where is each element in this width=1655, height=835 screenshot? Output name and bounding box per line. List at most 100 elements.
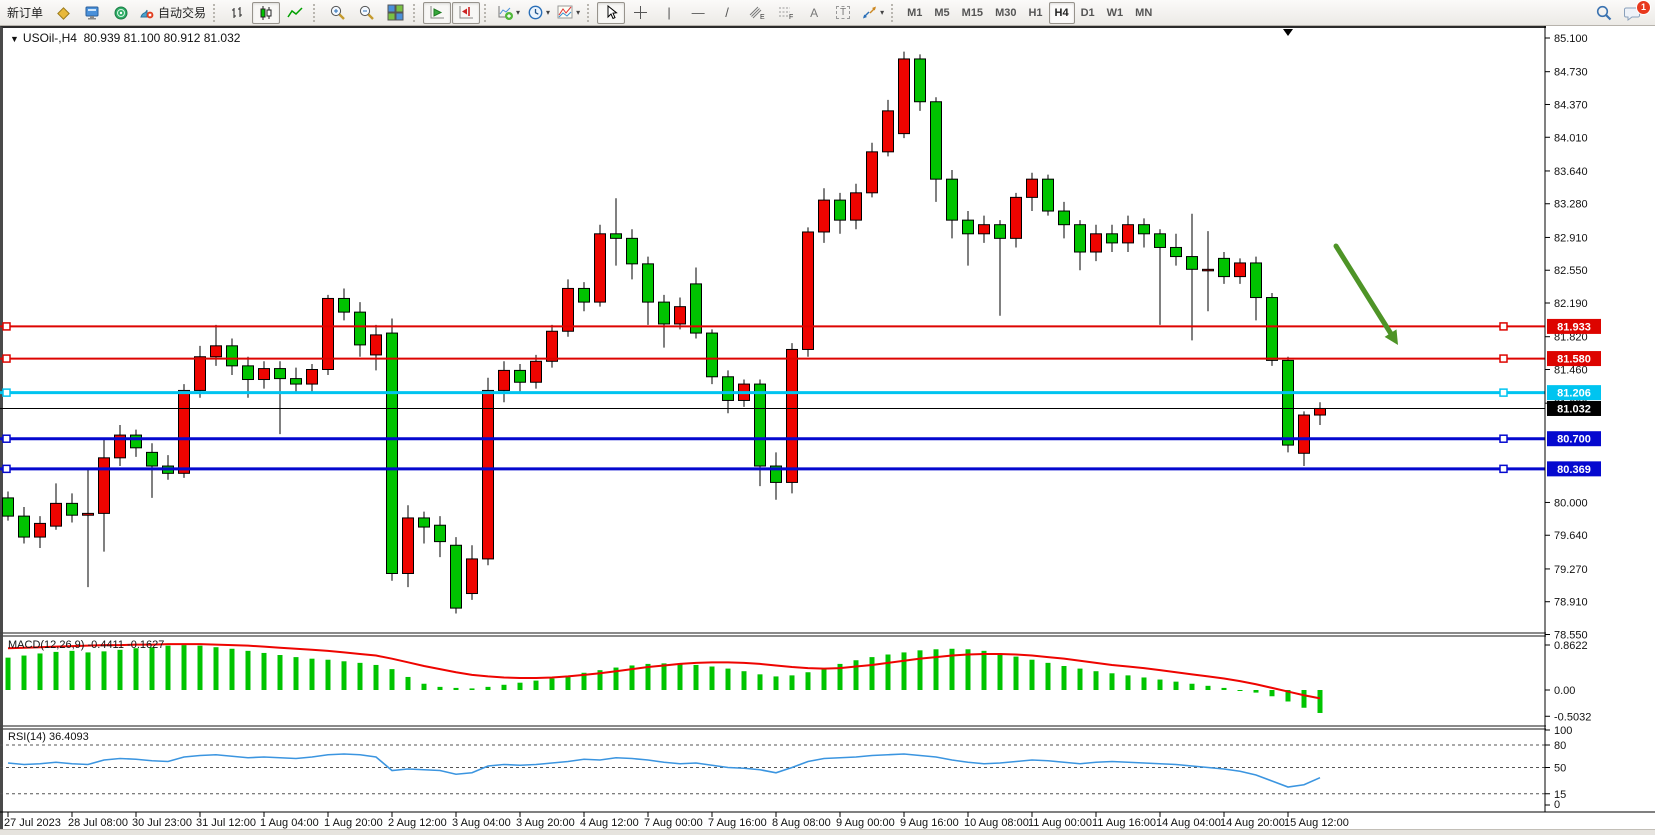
macd-histogram-bar [934, 649, 939, 690]
macd-histogram-bar [150, 647, 155, 690]
chevron-down-icon[interactable]: ▼ [10, 34, 19, 44]
candle [387, 333, 398, 573]
timeframe-H4[interactable]: H4 [1049, 2, 1075, 24]
zoom-in-button[interactable] [323, 2, 351, 24]
bar-chart-type-button[interactable] [223, 2, 251, 24]
line-handle[interactable] [3, 355, 10, 362]
chart-shift-button[interactable] [452, 2, 480, 24]
monitor-icon [84, 5, 100, 21]
macd-histogram-bar [662, 663, 667, 690]
time-axis-label: 11 Aug 00:00 [1028, 817, 1092, 829]
crosshair-tool-button[interactable] [626, 2, 654, 24]
macd-axis-label: 0.8622 [1554, 640, 1588, 652]
line-handle[interactable] [3, 323, 10, 330]
autotrading-button[interactable]: 自动交易 [136, 2, 209, 24]
group-grip[interactable] [587, 4, 593, 22]
macd-histogram-bar [54, 652, 59, 690]
annotation-arrow[interactable] [1336, 246, 1391, 333]
candle [1267, 298, 1278, 361]
search-button[interactable] [1590, 2, 1618, 24]
candle [675, 307, 686, 324]
macd-histogram-bar [1062, 666, 1067, 690]
line-handle[interactable] [3, 435, 10, 442]
group-grip[interactable] [413, 4, 419, 22]
auto-scroll-button[interactable] [423, 2, 451, 24]
line-handle[interactable] [1500, 465, 1507, 472]
group-grip[interactable] [891, 4, 897, 22]
zoom-in-icon [329, 4, 346, 21]
chart-title: ▼USOil-,H4 80.939 81.100 80.912 81.032 [10, 31, 240, 45]
profiles-icon[interactable] [49, 2, 77, 24]
notifications-button[interactable]: 1 [1619, 2, 1647, 24]
indicators-button[interactable]: ▾ [554, 2, 583, 24]
trendline-tool-button[interactable]: / [713, 2, 741, 24]
fibonacci-tool-button[interactable]: F [771, 2, 799, 24]
line-chart-type-button[interactable] [281, 2, 309, 24]
macd-histogram-bar [134, 648, 139, 690]
cursor-tool-button[interactable] [597, 2, 625, 24]
timeframe-D1[interactable]: D1 [1075, 2, 1101, 24]
line-handle[interactable] [1500, 323, 1507, 330]
line-handle[interactable] [3, 389, 10, 396]
ohlc-bars-icon [229, 5, 245, 21]
price-axis-label: 84.010 [1554, 132, 1588, 144]
timeframe-M5[interactable]: M5 [928, 2, 955, 24]
candlestick-type-button[interactable] [252, 2, 280, 24]
group-grip[interactable] [313, 4, 319, 22]
candle [1027, 179, 1038, 197]
timeframe-H1[interactable]: H1 [1022, 2, 1048, 24]
candle [851, 193, 862, 220]
periods-button[interactable]: ▾ [524, 2, 553, 24]
macd-values: -0.4411 -0.1627 [87, 639, 164, 651]
fibonacci-icon: F [777, 5, 794, 20]
crosshair-icon [633, 5, 648, 20]
tile-windows-button[interactable] [381, 2, 409, 24]
candle [819, 200, 830, 232]
arrows-tool-button[interactable]: ▾ [858, 2, 887, 24]
symbol-label: USOil-,H4 [23, 31, 77, 45]
label-tool-button[interactable]: T [829, 2, 857, 24]
price-axis-label: 80.000 [1554, 497, 1588, 509]
macd-histogram-bar [1030, 660, 1035, 690]
line-handle[interactable] [1500, 435, 1507, 442]
candle [1043, 179, 1054, 211]
signals-icon[interactable] [107, 2, 135, 24]
price-axis-label: 79.640 [1554, 530, 1588, 542]
line-handle[interactable] [3, 465, 10, 472]
vline-tool-button[interactable]: | [655, 2, 683, 24]
candle [1219, 258, 1230, 276]
zoom-out-button[interactable] [352, 2, 380, 24]
group-grip[interactable] [484, 4, 490, 22]
macd-histogram-bar [1206, 686, 1211, 690]
macd-histogram-bar [102, 651, 107, 690]
new-chart-button[interactable]: ▾ [494, 2, 523, 24]
time-axis-label: 15 Aug 12:00 [1284, 817, 1349, 829]
macd-histogram-bar [358, 663, 363, 690]
macd-histogram-bar [278, 655, 283, 690]
candle [707, 333, 718, 377]
line-handle[interactable] [1500, 355, 1507, 362]
time-axis-label: 10 Aug 08:00 [964, 817, 1029, 829]
new-chart-icon [497, 4, 514, 21]
timeframe-M1[interactable]: M1 [901, 2, 928, 24]
candle [1123, 225, 1134, 243]
timeframe-MN[interactable]: MN [1129, 2, 1158, 24]
new-order-button[interactable]: 新订单 [2, 2, 48, 24]
group-grip[interactable] [213, 4, 219, 22]
market-watch-icon[interactable] [78, 2, 106, 24]
candle [1251, 263, 1262, 298]
timeframe-M30[interactable]: M30 [989, 2, 1022, 24]
hline-tool-button[interactable]: — [684, 2, 712, 24]
candle [403, 518, 414, 574]
timeframe-M15[interactable]: M15 [956, 2, 989, 24]
timeframe-W1[interactable]: W1 [1101, 2, 1130, 24]
time-axis-label: 8 Aug 08:00 [772, 817, 831, 829]
chart-canvas[interactable]: 85.10084.73084.37084.01083.64083.28082.9… [0, 26, 1655, 835]
macd-histogram-bar [982, 651, 987, 690]
time-axis-label: 9 Aug 00:00 [836, 817, 895, 829]
line-handle[interactable] [1500, 389, 1507, 396]
candle [179, 390, 190, 473]
candle [147, 452, 158, 466]
text-tool-button[interactable]: A [800, 2, 828, 24]
channel-tool-button[interactable]: E [742, 2, 770, 24]
